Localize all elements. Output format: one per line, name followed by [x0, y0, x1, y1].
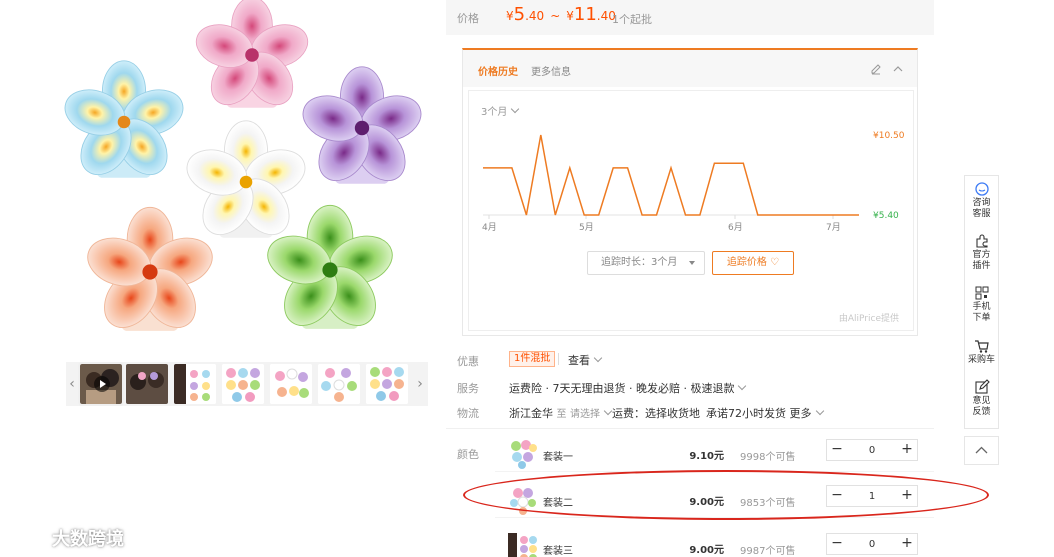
- price-series-line: [483, 134, 859, 216]
- row-divider: [495, 517, 934, 518]
- x-tick-label: 5月: [579, 222, 594, 233]
- hair-clip-flowers-image: [58, 0, 428, 339]
- collapse-icon[interactable]: [891, 62, 905, 76]
- y-min-label: ¥5.40: [873, 211, 899, 221]
- service-label: 服务: [457, 382, 479, 395]
- track-duration-select[interactable]: 追踪时长：3个月: [587, 251, 705, 275]
- edit-icon: [974, 379, 990, 394]
- sku-row: 套装二 9.00元 9853个可售 − +: [446, 482, 934, 518]
- price-label: 价格: [457, 12, 479, 25]
- play-icon: [94, 376, 110, 392]
- price-history-tabs: 价格历史 更多信息: [463, 50, 917, 87]
- price-bar: 价格 ¥5.40 ~ ¥11.40 1个起批: [446, 0, 934, 35]
- watermark: 大数跨境: [8, 524, 124, 552]
- quantity-stepper: − +: [826, 533, 918, 555]
- chevron-up-icon: [975, 446, 988, 454]
- sku-thumbnail: [511, 440, 537, 469]
- y-max-label: ¥10.50: [873, 131, 905, 141]
- caret-down-icon: [689, 261, 695, 265]
- promotion-tag: 1件混批: [509, 351, 556, 367]
- thumbnail-strip: ‹ ›: [66, 362, 428, 406]
- quantity-stepper: − +: [826, 439, 918, 461]
- toolbar-feedback[interactable]: 意见 反馈: [965, 379, 998, 418]
- track-price-button[interactable]: 追踪价格 ♡: [712, 251, 794, 275]
- floating-toolbar: 咨询 客服 官方 插件 手机 下单 采购车 意见 反馈: [964, 175, 999, 429]
- sku-stock: 9998个可售: [740, 452, 796, 463]
- quantity-stepper: − +: [826, 485, 918, 507]
- chat-icon: [974, 182, 989, 196]
- x-tick-label: 4月: [482, 222, 497, 233]
- decrement-button[interactable]: −: [827, 486, 847, 506]
- price-history-chart: 4月 5月 6月 7月 ¥10.50 ¥5.40: [482, 131, 905, 233]
- thumbnail-7[interactable]: [366, 364, 408, 404]
- thumbnail-2[interactable]: [126, 364, 168, 404]
- sku-row: 套装一 9.10元 9998个可售 − +: [446, 436, 934, 472]
- sku-thumbnail: [510, 488, 536, 515]
- sku-name: 套装一: [543, 452, 573, 463]
- min-order: 1个起批: [612, 13, 652, 26]
- sku-price: 9.10元: [689, 451, 724, 462]
- x-tick-label: 6月: [728, 222, 743, 233]
- price-range: ¥5.40 ~ ¥11.40: [506, 4, 616, 25]
- ship-promise[interactable]: 承诺72小时发货 更多: [706, 405, 825, 421]
- quantity-input[interactable]: [849, 441, 895, 459]
- data-source-note: 由AliPrice提供: [838, 314, 899, 324]
- increment-button[interactable]: +: [897, 440, 917, 460]
- toolbar-mobile-order[interactable]: 手机 下单: [965, 285, 998, 324]
- sku-name: 套装三: [543, 546, 573, 557]
- product-main-image[interactable]: [58, 0, 430, 352]
- watermark-text: 大数跨境: [52, 529, 124, 550]
- tab-price-history[interactable]: 价格历史: [478, 63, 518, 78]
- section-divider: [446, 428, 934, 429]
- sku-price: 9.00元: [689, 497, 724, 508]
- promo-divider: [558, 353, 559, 365]
- thumb-next-icon[interactable]: ›: [414, 362, 426, 406]
- row-divider: [495, 471, 934, 472]
- quantity-input[interactable]: [849, 535, 895, 553]
- toolbar-official-plugin[interactable]: 官方 插件: [965, 233, 998, 272]
- cart-icon: [974, 340, 989, 353]
- chevron-down-icon: [738, 381, 747, 391]
- toolbar-customer-service[interactable]: 咨询 客服: [965, 181, 998, 220]
- back-to-top-button[interactable]: [964, 436, 999, 465]
- sku-price: 9.00元: [689, 545, 724, 556]
- x-tick-label: 7月: [826, 222, 841, 233]
- sku-name: 套装二: [543, 498, 573, 509]
- tab-more-info[interactable]: 更多信息: [531, 63, 571, 78]
- decrement-button[interactable]: −: [827, 534, 847, 554]
- promotion-view-link[interactable]: 查看: [568, 352, 603, 368]
- decrement-button[interactable]: −: [827, 440, 847, 460]
- chevron-down-icon: [603, 406, 613, 416]
- ship-origin[interactable]: 浙江金华 至 请选择: [509, 405, 613, 421]
- qrcode-icon: [975, 286, 988, 300]
- edit-icon[interactable]: [869, 62, 883, 76]
- shipping-fee: 运费：选择收货地: [612, 407, 700, 420]
- thumbnail-3[interactable]: [174, 364, 216, 404]
- sku-stock: 9853个可售: [740, 498, 796, 509]
- thumbnail-5[interactable]: [270, 364, 312, 404]
- chevron-down-icon: [593, 353, 603, 363]
- logistics-label: 物流: [457, 407, 479, 420]
- x-axis: 4月 5月 6月 7月: [482, 215, 841, 233]
- service-list[interactable]: 运费险 · 7天无理由退货 · 晚发必赔 · 极速退款: [509, 380, 747, 396]
- price-history-panel: 价格历史 更多信息 3个月 4月 5月 6月 7月 ¥10.50 ¥5.40 追踪时长…: [462, 48, 918, 336]
- chevron-down-icon: [815, 406, 824, 416]
- puzzle-icon: [975, 234, 988, 248]
- sku-stock: 9987个可售: [740, 546, 796, 557]
- price-history-body: 3个月 4月 5月 6月 7月 ¥10.50 ¥5.40 追踪时长：3个月 追踪价格 …: [468, 90, 914, 331]
- sku-thumbnail: [508, 533, 537, 557]
- quantity-input[interactable]: [849, 487, 895, 505]
- thumbnail-4[interactable]: [222, 364, 264, 404]
- increment-button[interactable]: +: [897, 486, 917, 506]
- promotion-label: 优惠: [457, 355, 479, 368]
- thumbnail-6[interactable]: [318, 364, 360, 404]
- increment-button[interactable]: +: [897, 534, 917, 554]
- thumb-prev-icon[interactable]: ‹: [66, 362, 78, 406]
- watermark-logo-icon: [8, 527, 48, 547]
- toolbar-purchase-cart[interactable]: 采购车: [965, 338, 998, 366]
- sku-row: 套装三 9.00元 9987个可售 − +: [446, 530, 934, 557]
- thumbnail-video[interactable]: [78, 362, 124, 406]
